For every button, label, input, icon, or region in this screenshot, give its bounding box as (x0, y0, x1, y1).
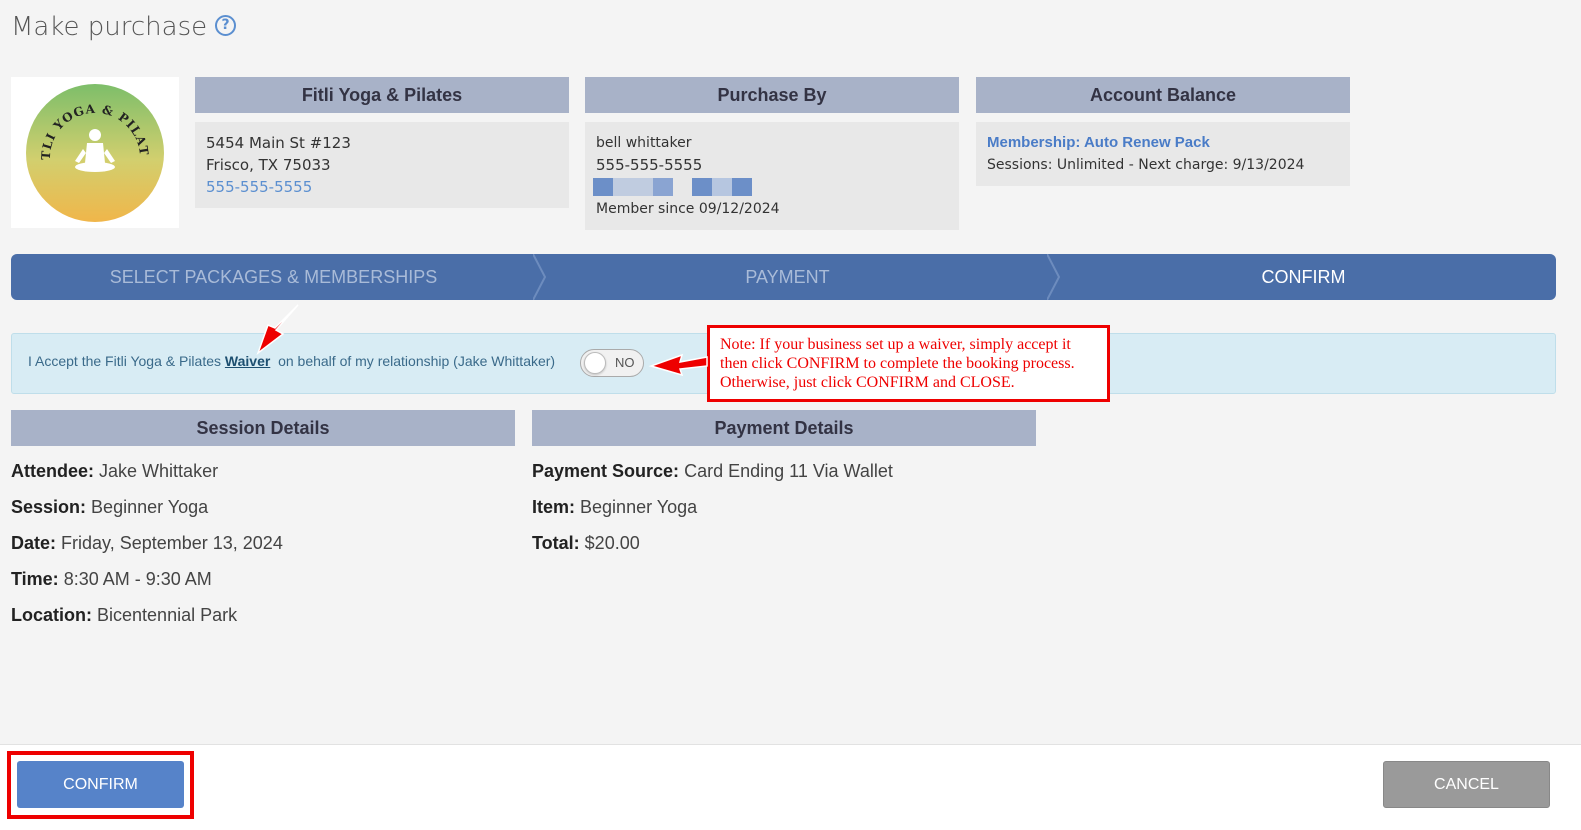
location-row: Location: Bicentennial Park (11, 605, 238, 625)
purchaser-panel: Purchase By bell whittaker 555-555-5555 … (585, 77, 959, 230)
step-payment[interactable]: PAYMENT (536, 254, 1039, 300)
page-title-text: Make purchase (11, 12, 208, 42)
date-row: Date: Friday, September 13, 2024 (11, 533, 283, 553)
toggle-label: NO (615, 355, 635, 370)
page-title: Make purchase ? (11, 12, 237, 42)
business-address2: Frisco, TX 75033 (206, 156, 331, 174)
annotation-note: Note: If your business set up a waiver, … (707, 325, 1110, 402)
business-info: 5454 Main St #123 Frisco, TX 75033 555-5… (195, 122, 569, 208)
purchaser-phone: 555-555-5555 (596, 156, 703, 174)
waiver-text: I Accept the Fitli Yoga & Pilates Waiver… (28, 353, 555, 369)
purchaser-heading: Purchase By (585, 77, 959, 113)
account-info: Membership: Auto Renew Pack Sessions: Un… (976, 122, 1350, 186)
cancel-button[interactable]: CANCEL (1383, 761, 1550, 808)
total-row: Total: $20.00 (532, 533, 640, 553)
footer-bar (0, 744, 1581, 830)
waiver-suffix: on behalf of my relationship (Jake Whitt… (278, 353, 556, 369)
toggle-knob (584, 352, 606, 374)
sessions-info: Sessions: Unlimited - Next charge: 9/13/… (987, 157, 1305, 173)
purchaser-name: bell whittaker (596, 135, 692, 151)
confirm-button[interactable]: CONFIRM (17, 761, 184, 808)
payment-details-heading: Payment Details (532, 410, 1036, 446)
session-row: Session: Beginner Yoga (11, 497, 209, 517)
business-panel: Fitli Yoga & Pilates 5454 Main St #123 F… (195, 77, 569, 208)
step-confirm[interactable]: CONFIRM (1051, 254, 1556, 300)
step-select-packages[interactable]: SELECT PACKAGES & MEMBERSHIPS (11, 254, 536, 300)
member-since: Member since 09/12/2024 (596, 201, 780, 217)
session-details-heading: Session Details (11, 410, 515, 446)
payment-source-row: Payment Source: Card Ending 11 Via Walle… (532, 461, 893, 481)
business-address1: 5454 Main St #123 (206, 134, 351, 152)
membership-link[interactable]: Membership: Auto Renew Pack (987, 132, 1339, 154)
session-details: Session Details Attendee: Jake Whittaker… (11, 410, 515, 626)
waiver-toggle[interactable]: NO (580, 349, 644, 377)
payment-details: Payment Details Payment Source: Card End… (532, 410, 1036, 554)
account-heading: Account Balance (976, 77, 1350, 113)
waiver-prefix: I Accept the Fitli Yoga & Pilates (28, 353, 222, 369)
business-heading: Fitli Yoga & Pilates (195, 77, 569, 113)
attendee-row: Attendee: Jake Whittaker (11, 461, 219, 481)
account-panel: Account Balance Membership: Auto Renew P… (976, 77, 1350, 186)
purchaser-info: bell whittaker 555-555-5555 Member since… (585, 122, 959, 230)
business-logo: FITLI YOGA & PILATES (11, 77, 179, 228)
help-icon[interactable]: ? (215, 14, 237, 36)
logo-badge-icon: FITLI YOGA & PILATES (25, 83, 164, 222)
redacted-email (593, 176, 948, 198)
waiver-link[interactable]: Waiver (225, 353, 270, 369)
time-row: Time: 8:30 AM - 9:30 AM (11, 569, 212, 589)
business-phone-link[interactable]: 555-555-5555 (206, 176, 558, 198)
checkout-steps: SELECT PACKAGES & MEMBERSHIPS PAYMENT CO… (11, 254, 1556, 300)
item-row: Item: Beginner Yoga (532, 497, 698, 517)
